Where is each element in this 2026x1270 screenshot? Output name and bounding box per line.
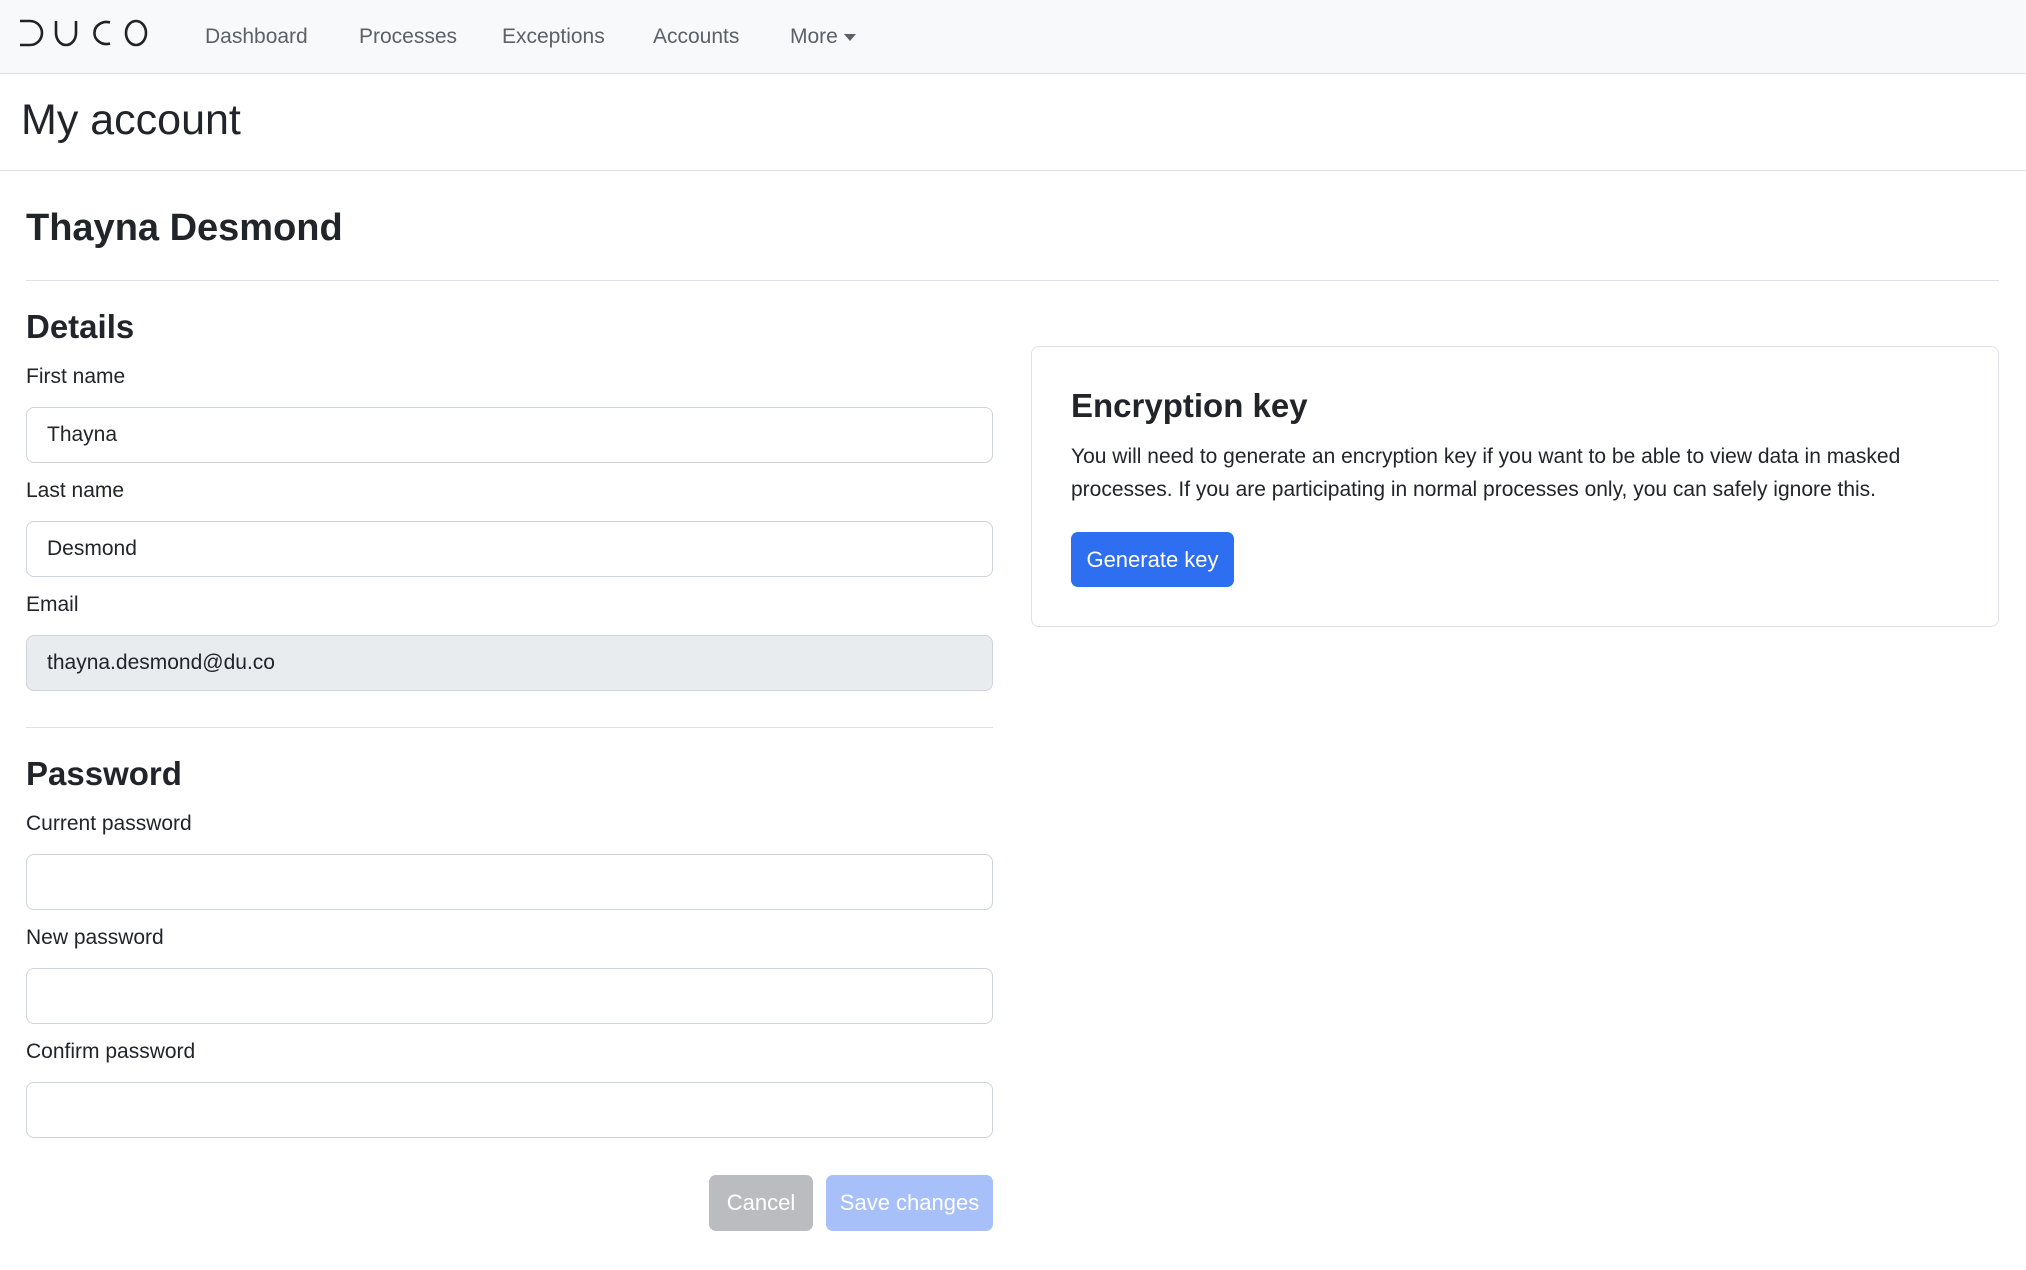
last-name-input[interactable] [26,521,993,577]
generate-key-button[interactable]: Generate key [1071,532,1234,587]
details-section-title: Details [26,308,135,345]
encryption-key-card: Encryption key You will need to generate… [1031,346,1999,627]
email-label: Email [26,593,79,616]
encryption-key-title: Encryption key [1071,387,1308,424]
nav-dashboard[interactable]: Dashboard [205,0,308,74]
last-name-label: Last name [26,479,125,502]
first-name-input[interactable] [26,407,993,463]
duco-logo-mark [20,19,148,47]
nav-processes-label: Processes [359,25,458,48]
save-changes-button[interactable]: Save changes [826,1175,993,1231]
page-title: My account [21,96,241,144]
current-password-label: Current password [26,812,192,835]
nav-exceptions-label: Exceptions [502,25,605,48]
page-header: My account [0,74,2026,171]
nav-accounts-label: Accounts [653,25,740,48]
top-navbar: Dashboard Processes Exceptions Accounts … [0,0,2026,74]
encryption-key-description: You will need to generate an encryption … [1071,445,1901,501]
new-password-label: New password [26,926,164,949]
user-name-heading: Thayna Desmond [26,207,343,249]
nav-processes[interactable]: Processes [359,0,457,74]
nav-dashboard-label: Dashboard [205,25,308,48]
caret-down-icon [843,33,856,41]
password-section-title: Password [26,755,182,792]
email-input [26,635,993,691]
first-name-label: First name [26,365,126,388]
nav-more-label: More [790,25,838,48]
confirm-password-label: Confirm password [26,1040,196,1063]
current-password-input[interactable] [26,854,993,910]
user-divider [26,280,1999,281]
nav-exceptions[interactable]: Exceptions [502,0,605,74]
confirm-password-input[interactable] [26,1082,993,1138]
nav-accounts[interactable]: Accounts [653,0,739,74]
form-divider [26,727,993,728]
new-password-input[interactable] [26,968,993,1024]
nav-more-dropdown[interactable]: More [790,0,856,74]
duco-logo[interactable] [18,18,148,48]
cancel-button[interactable]: Cancel [709,1175,813,1231]
